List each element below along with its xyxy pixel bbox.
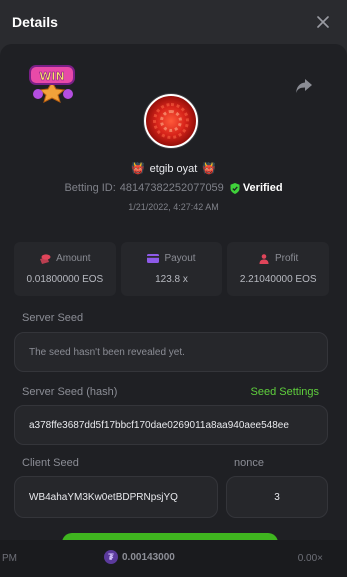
- footer-bar: PM ₮ 0.00143000 0.00×: [0, 540, 347, 577]
- verified-label: Verified: [242, 182, 283, 194]
- stats-row: Amount 0.01800000 EOS Payout 123.8 x Pro…: [14, 242, 330, 296]
- details-title: Details: [12, 14, 58, 30]
- nonce-label: nonce: [234, 457, 264, 469]
- details-header: Details: [0, 0, 347, 44]
- stat-amount: Amount 0.01800000 EOS: [14, 242, 116, 296]
- close-icon[interactable]: [315, 14, 331, 30]
- win-badge-text: WIN: [39, 70, 64, 83]
- bet-date: 1/21/2022, 4:27:42 AM: [128, 202, 219, 212]
- avatar: [144, 94, 198, 148]
- server-seed-hash-label: Server Seed (hash): [22, 386, 118, 398]
- server-seed-hash-field[interactable]: a378ffe3687dd5f17bbcf170dae0269011a8aa94…: [14, 405, 328, 445]
- betting-id-label: Betting ID:: [64, 182, 116, 194]
- win-badge-icon: WIN: [29, 65, 75, 103]
- stat-amount-value: 0.01800000 EOS: [26, 274, 104, 285]
- client-seed-label: Client Seed: [22, 457, 79, 469]
- betting-id-row: Betting ID: 48147382252077059 Verified: [0, 182, 347, 194]
- share-icon[interactable]: [295, 78, 313, 94]
- devil-icon: 👹: [202, 163, 217, 175]
- server-seed-label: Server Seed: [22, 312, 84, 324]
- betting-id-value: 48147382252077059: [119, 182, 224, 194]
- client-seed-field[interactable]: WB4ahaYM3Kw0etBDPRNpsjYQ: [14, 476, 218, 518]
- coins-icon: [40, 253, 51, 264]
- people-icon: [259, 253, 269, 264]
- stat-payout: Payout 123.8 x: [120, 242, 223, 296]
- stat-payout-value: 123.8 x: [155, 274, 188, 285]
- stat-payout-label: Payout: [164, 253, 196, 264]
- nonce-field[interactable]: 3: [226, 476, 328, 518]
- seed-settings-link[interactable]: Seed Settings: [251, 386, 320, 398]
- tether-coin-icon: ₮: [104, 550, 118, 564]
- stat-profit-label: Profit: [275, 253, 299, 264]
- footer-multiplier: 0.00×: [297, 553, 323, 564]
- username: etgib oyat: [149, 162, 198, 175]
- stat-profit: Profit 2.21040000 EOS: [227, 242, 330, 296]
- username-row: 👹 etgib oyat 👹: [0, 162, 347, 176]
- stat-amount-label: Amount: [56, 253, 91, 264]
- shield-check-icon: [230, 182, 240, 194]
- footer-pm: PM: [2, 553, 17, 564]
- footer-amount: ₮ 0.00143000: [104, 550, 175, 564]
- devil-icon: 👹: [130, 163, 145, 175]
- footer-amount-value: 0.00143000: [122, 551, 175, 563]
- stat-profit-value: 2.21040000 EOS: [239, 274, 317, 285]
- details-panel: Details WIN 👹 etgib oyat 👹 Betting ID: 4: [0, 0, 347, 540]
- card-icon: [147, 254, 160, 263]
- verified-badge: Verified: [230, 182, 283, 194]
- server-seed-field: The seed hasn't been revealed yet.: [14, 332, 328, 372]
